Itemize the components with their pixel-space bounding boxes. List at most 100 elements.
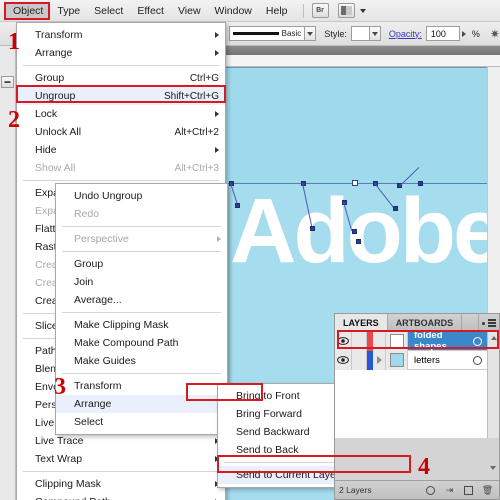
style-dropdown[interactable] [369, 26, 381, 41]
anchor-point[interactable] [356, 239, 361, 244]
create-new-layer-icon[interactable] [461, 483, 476, 497]
bridge-icon[interactable]: Br [311, 3, 329, 18]
layer-target-icon[interactable] [473, 336, 482, 346]
menu-item-shortcut: Alt+Ctrl+2 [174, 126, 219, 138]
style-swatch[interactable] [350, 26, 370, 41]
create-new-sublayer-icon[interactable]: ⇥ [442, 483, 457, 497]
anchor-point[interactable] [418, 181, 423, 186]
menubar-item-window[interactable]: Window [208, 2, 259, 20]
menu-item-unlock-all[interactable]: Unlock All Alt+Ctrl+2 [17, 123, 225, 141]
context-item-undo-ungroup[interactable]: Undo Ungroup [56, 187, 227, 205]
anchor-point[interactable] [235, 203, 240, 208]
menu-item-label: Unlock All [35, 126, 82, 138]
menu-item-compound-path[interactable]: Compound Path [17, 493, 225, 500]
tool-panel-button[interactable]: ▬ [1, 76, 14, 88]
menu-item-label: Transform [35, 29, 83, 41]
document-ruler-strip [226, 55, 500, 67]
menu-bar: Object Type Select Effect View Window He… [0, 0, 500, 22]
context-item-select[interactable]: Select [56, 413, 227, 431]
anchor-point[interactable] [393, 206, 398, 211]
anchor-point[interactable] [310, 226, 315, 231]
menu-item-label: Arrange [74, 398, 112, 410]
layers-scrollbar[interactable] [487, 332, 499, 438]
menu-item-text-wrap[interactable]: Text Wrap [17, 450, 225, 468]
tab-layers[interactable]: LAYERS [335, 314, 388, 332]
context-item-average[interactable]: Average... [56, 291, 227, 309]
anchor-point[interactable] [352, 229, 357, 234]
artwork-text-adobe[interactable]: Adobe [230, 181, 500, 281]
layer-thumbnail-cell [386, 350, 408, 370]
layer-row-letters[interactable]: letters [335, 350, 499, 370]
scroll-down-arrow-icon[interactable] [487, 462, 499, 474]
context-item-make-clipping-mask[interactable]: Make Clipping Mask [56, 316, 227, 334]
menubar-item-effect[interactable]: Effect [130, 2, 171, 20]
menu-item-label: Make Compound Path [74, 337, 179, 349]
context-item-join[interactable]: Join [56, 273, 227, 291]
menu-item-label: Group [74, 258, 104, 270]
menu-item-shortcut: Ctrl+G [189, 72, 219, 84]
lock-toggle-cell[interactable] [352, 350, 367, 370]
menu-item-hide[interactable]: Hide [17, 141, 225, 159]
context-item-make-guides[interactable]: Make Guides [56, 352, 227, 370]
menu-item-ungroup[interactable]: Ungroup Shift+Ctrl+G [17, 87, 225, 105]
chevron-right-icon [217, 236, 221, 242]
menu-separator [62, 373, 221, 374]
menu-item-shortcut: Shift+Ctrl+G [163, 90, 219, 102]
visibility-eye-icon[interactable] [335, 350, 352, 370]
menu-item-transform[interactable]: Transform [17, 26, 225, 44]
menu-item-group[interactable]: Group Ctrl+G [17, 69, 225, 87]
make-clipping-mask-icon[interactable] [423, 483, 438, 497]
menu-separator [23, 65, 219, 66]
delete-layer-icon[interactable]: 🗑 [480, 483, 495, 497]
menubar-item-help[interactable]: Help [259, 2, 295, 20]
layer-thumbnail-cell [386, 331, 408, 351]
stroke-profile-preview[interactable]: Basic [228, 26, 306, 41]
menu-item-label: Compound Path [35, 496, 201, 500]
artboard-top-edge [226, 67, 500, 68]
menu-item-label: Bring to Front [236, 390, 300, 402]
panel-menu-icon[interactable] [479, 314, 499, 332]
visibility-eye-icon[interactable] [335, 331, 352, 351]
layers-panel[interactable]: LAYERS ARTBOARDS folded shapes letters 2… [334, 313, 500, 500]
layer-thumbnail [389, 334, 404, 348]
context-menu[interactable]: Undo Ungroup Redo Perspective Group Join… [55, 183, 228, 435]
transparency-burst-icon[interactable]: ✷ [490, 27, 500, 41]
context-item-group[interactable]: Group [56, 255, 227, 273]
menu-item-lock[interactable]: Lock [17, 105, 225, 123]
menu-item-label: Lock [35, 108, 58, 120]
layer-name-label[interactable]: letters [408, 355, 473, 366]
layer-row-folded-shapes[interactable]: folded shapes [335, 330, 499, 352]
stroke-profile-dropdown[interactable] [305, 26, 317, 41]
illustrator-window: Object Type Select Effect View Window He… [0, 0, 500, 500]
menubar-item-type[interactable]: Type [50, 2, 87, 20]
menu-item-shortcut: Alt+Ctrl+3 [174, 162, 219, 174]
scroll-up-arrow-icon[interactable] [488, 332, 500, 344]
menubar-item-object[interactable]: Object [6, 1, 51, 20]
arrange-documents-icon[interactable] [337, 3, 355, 18]
menu-item-label: Transform [74, 380, 122, 392]
document-tab-bar [226, 46, 500, 55]
opacity-stepper[interactable] [460, 26, 469, 41]
layer-target-icon[interactable] [473, 355, 482, 365]
context-item-make-compound-path[interactable]: Make Compound Path [56, 334, 227, 352]
menu-item-arrange[interactable]: Arrange [17, 44, 225, 62]
layer-name-label[interactable]: folded shapes [408, 330, 473, 352]
chevron-right-icon [376, 356, 382, 364]
layer-disclosure-triangle[interactable] [373, 350, 386, 370]
menu-item-label: Make Clipping Mask [74, 319, 169, 331]
lock-toggle-cell[interactable] [352, 331, 367, 351]
eye-icon-svg [337, 337, 349, 345]
chevron-down-icon[interactable] [359, 8, 366, 13]
context-item-transform[interactable]: Transform [56, 377, 227, 395]
menubar-item-view[interactable]: View [171, 2, 208, 20]
chevron-right-icon [215, 147, 219, 153]
opacity-input[interactable]: 100 [425, 26, 460, 41]
opacity-label[interactable]: Opacity: [389, 29, 422, 39]
anchor-point-selected[interactable] [352, 180, 358, 186]
menu-item-label: Arrange [35, 47, 73, 59]
menubar-item-select[interactable]: Select [87, 2, 130, 20]
menu-item-label: Show All [35, 162, 76, 174]
menu-item-clipping-mask[interactable]: Clipping Mask [17, 475, 225, 493]
context-item-arrange[interactable]: Arrange [56, 395, 227, 413]
menu-item-label: Text Wrap [35, 453, 83, 465]
